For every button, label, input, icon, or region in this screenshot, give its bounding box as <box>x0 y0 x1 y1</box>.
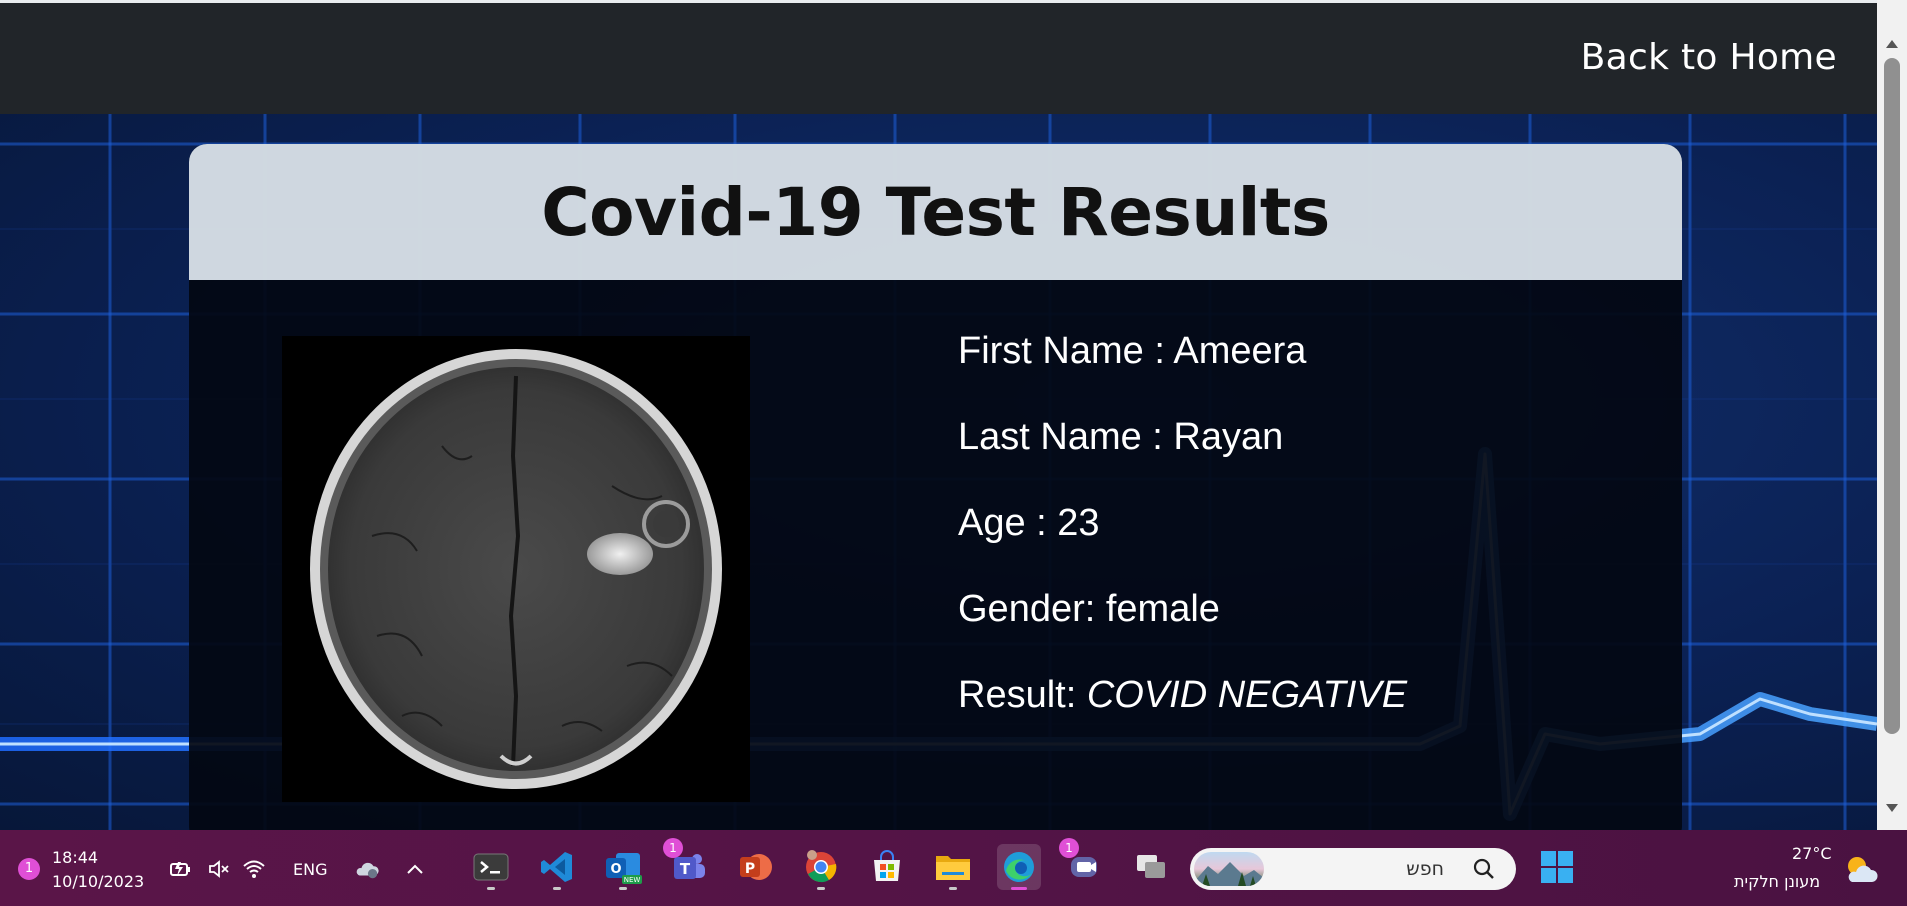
battery-saver-icon[interactable] <box>168 856 194 882</box>
start-icon[interactable] <box>1535 844 1579 890</box>
notification-badge[interactable]: 1 <box>18 858 40 880</box>
show-hidden-icons-chevron-icon[interactable] <box>402 856 428 882</box>
result-label: Result: <box>958 674 1087 716</box>
svg-text:NEW: NEW <box>624 876 641 884</box>
powerpoint-icon[interactable]: P <box>733 844 777 890</box>
store-icon[interactable] <box>865 844 909 890</box>
svg-text:T: T <box>680 860 691 878</box>
taskbar-search-box[interactable]: חפש <box>1190 848 1516 890</box>
page-title: Covid-19 Test Results <box>541 173 1330 251</box>
vscode-icon[interactable] <box>535 844 579 890</box>
search-icon <box>1472 857 1496 885</box>
outlook-icon[interactable]: O NEW <box>601 844 645 890</box>
task-view-icon[interactable] <box>1129 844 1173 890</box>
chat-icon[interactable]: 1 <box>1059 838 1107 890</box>
result-value: COVID NEGATIVE <box>1086 674 1408 716</box>
browser-viewport: Back to Home Covid-19 Test Results First… <box>0 0 1907 830</box>
weather-temperature[interactable]: 27°C <box>1792 844 1832 863</box>
teams-icon[interactable]: T 1 <box>663 838 711 890</box>
teams-badge: 1 <box>663 838 683 858</box>
scroll-down-arrow-icon[interactable] <box>1886 804 1898 812</box>
search-placeholder: חפש <box>1406 858 1444 880</box>
gender-text: Gender: female <box>958 588 1220 630</box>
weather-description[interactable]: מעונן חלקית <box>1734 872 1820 891</box>
scrollbar-thumb[interactable] <box>1884 58 1900 734</box>
age-text: Age : 23 <box>958 502 1100 544</box>
chat-badge: 1 <box>1059 838 1079 858</box>
partly-cloudy-icon[interactable] <box>1842 854 1880 890</box>
brain-mri-scan-image <box>282 336 750 802</box>
clock-date[interactable]: 10/10/2023 <box>52 872 144 891</box>
svg-text:P: P <box>745 861 755 877</box>
onedrive-icon[interactable] <box>354 856 380 882</box>
last-name-text: Last Name : Rayan <box>958 416 1284 458</box>
chrome-icon[interactable] <box>799 844 843 890</box>
edge-icon[interactable] <box>997 844 1041 890</box>
scroll-up-arrow-icon[interactable] <box>1886 40 1898 48</box>
clock-time[interactable]: 18:44 <box>52 848 98 867</box>
wifi-icon[interactable] <box>241 856 267 882</box>
search-highlight-image <box>1194 852 1264 886</box>
svg-text:O: O <box>610 862 621 877</box>
terminal-icon[interactable] <box>469 844 513 890</box>
language-indicator[interactable]: ENG <box>293 860 327 879</box>
card-header: Covid-19 Test Results <box>189 144 1682 280</box>
first-name-text: First Name : Ameera <box>958 330 1307 372</box>
file-explorer-icon[interactable] <box>931 844 975 890</box>
results-card: Covid-19 Test Results First Name: Ameer… <box>189 144 1682 830</box>
vertical-scrollbar[interactable] <box>1877 0 1907 830</box>
top-navbar: Back to Home <box>0 0 1877 114</box>
back-to-home-link[interactable]: Back to Home <box>1581 37 1837 78</box>
volume-muted-icon[interactable] <box>206 856 232 882</box>
result-text: Result: COVID NEGATIVE <box>958 674 1407 717</box>
windows-taskbar: 1 18:44 10/10/2023 ENG O NEW T 1 P 1 חפש… <box>0 830 1907 906</box>
